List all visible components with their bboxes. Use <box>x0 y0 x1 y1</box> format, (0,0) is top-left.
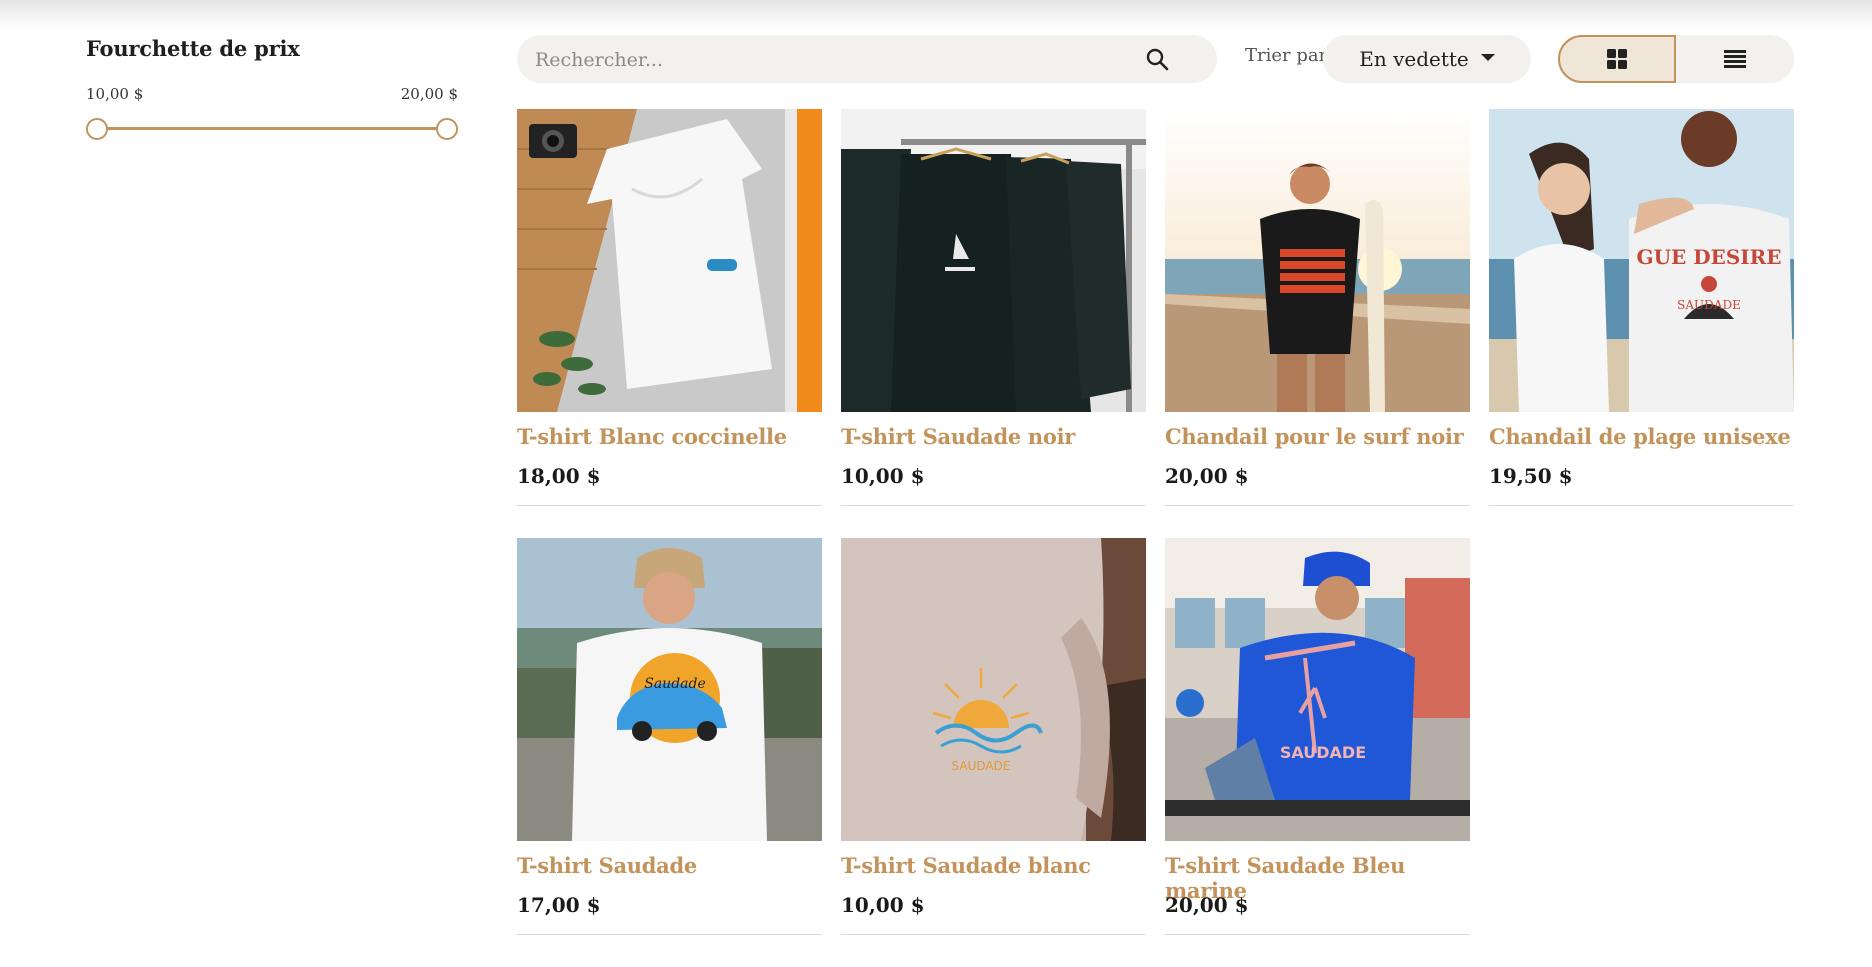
price-range-labels: 10,00 $ 20,00 $ <box>86 85 458 103</box>
price-max-label: 20,00 $ <box>400 85 458 103</box>
svg-text:SAUDADE: SAUDADE <box>952 759 1011 773</box>
product-name[interactable]: T-shirt Saudade noir <box>841 424 1146 452</box>
product-image[interactable]: Saudade <box>517 538 822 841</box>
product-price: 20,00 $ <box>1165 893 1249 917</box>
svg-text:GUE DESIRE: GUE DESIRE <box>1637 245 1782 269</box>
search-icon[interactable] <box>1145 47 1169 71</box>
product-name[interactable]: T-shirt Saudade Bleu marine <box>1165 853 1470 903</box>
product-price: 10,00 $ <box>841 893 925 917</box>
card-divider <box>517 934 822 935</box>
product-price: 17,00 $ <box>517 893 601 917</box>
product-card[interactable]: SAUDADE T-shirt Saudade blanc 10,00 $ <box>841 538 1146 935</box>
product-image[interactable] <box>1165 109 1470 412</box>
search-input[interactable] <box>533 35 1137 85</box>
card-divider <box>841 934 1146 935</box>
product-card[interactable]: SAUDADE T-shirt Saudade Bleu marine 20,0… <box>1165 538 1470 935</box>
list-view-button[interactable] <box>1676 35 1794 83</box>
product-name[interactable]: T-shirt Saudade <box>517 853 822 881</box>
svg-text:SAUDADE: SAUDADE <box>1677 298 1741 312</box>
product-card[interactable]: T-shirt Blanc coccinelle 18,00 $ <box>517 109 822 506</box>
card-divider <box>517 505 822 506</box>
view-toggle <box>1558 35 1794 83</box>
product-card[interactable]: Saudade T-shirt Saudade 17,00 $ <box>517 538 822 935</box>
product-image[interactable] <box>841 109 1146 412</box>
product-card[interactable]: Chandail pour le surf noir 20,00 $ <box>1165 109 1470 506</box>
card-divider <box>1489 505 1794 506</box>
product-image[interactable]: GUE DESIRE SAUDADE <box>1489 109 1794 412</box>
product-image[interactable]: SAUDADE <box>1165 538 1470 841</box>
product-name[interactable]: Chandail de plage unisexe <box>1489 424 1794 452</box>
product-price: 10,00 $ <box>841 464 925 488</box>
caret-down-icon <box>1480 54 1495 61</box>
svg-text:SAUDADE: SAUDADE <box>1280 743 1366 762</box>
card-divider <box>841 505 1146 506</box>
product-name[interactable]: T-shirt Blanc coccinelle <box>517 424 822 452</box>
product-image[interactable]: SAUDADE <box>841 538 1146 841</box>
price-min-label: 10,00 $ <box>86 85 144 103</box>
price-filter: Fourchette de prix 10,00 $ 20,00 $ <box>86 36 458 140</box>
grid-icon <box>1607 49 1627 69</box>
product-card[interactable]: GUE DESIRE SAUDADE Chandail de plage uni… <box>1489 109 1794 506</box>
product-price: 20,00 $ <box>1165 464 1249 488</box>
top-shadow <box>0 0 1872 30</box>
product-name[interactable]: Chandail pour le surf noir <box>1165 424 1470 452</box>
product-price: 18,00 $ <box>517 464 601 488</box>
product-price: 19,50 $ <box>1489 464 1573 488</box>
card-divider <box>1165 934 1470 935</box>
search-bar <box>517 35 1217 85</box>
slider-min-handle[interactable] <box>86 118 108 140</box>
product-name[interactable]: T-shirt Saudade blanc <box>841 853 1146 881</box>
slider-max-handle[interactable] <box>436 118 458 140</box>
list-icon <box>1724 50 1746 68</box>
slider-track <box>96 127 448 130</box>
sort-value: En vedette <box>1359 47 1469 71</box>
product-card[interactable]: T-shirt Saudade noir 10,00 $ <box>841 109 1146 506</box>
sort-dropdown[interactable]: En vedette <box>1323 35 1531 83</box>
price-range-slider[interactable] <box>86 116 458 140</box>
svg-text:Saudade: Saudade <box>644 676 706 692</box>
grid-view-button[interactable] <box>1558 35 1676 83</box>
price-filter-title: Fourchette de prix <box>86 36 300 61</box>
product-image[interactable] <box>517 109 822 412</box>
card-divider <box>1165 505 1470 506</box>
